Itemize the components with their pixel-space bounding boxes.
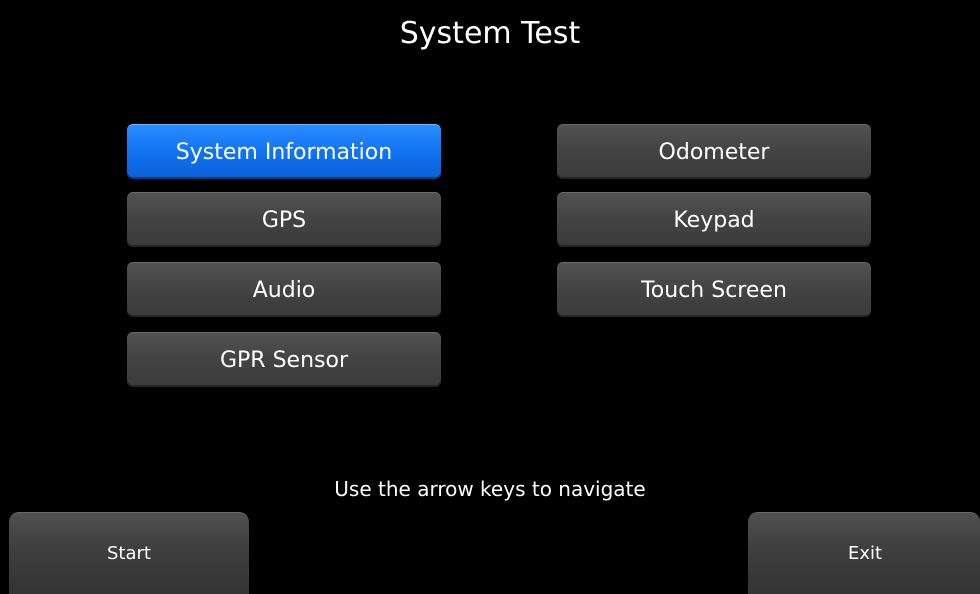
touch-screen-label: Touch Screen — [641, 277, 787, 303]
gpr-sensor-button[interactable]: GPR Sensor — [127, 332, 441, 387]
odometer-label: Odometer — [658, 139, 770, 165]
exit-button[interactable]: Exit — [748, 512, 980, 594]
exit-label: Exit — [848, 543, 883, 564]
system-information-button[interactable]: System Information — [127, 124, 441, 179]
gpr-sensor-label: GPR Sensor — [219, 347, 348, 373]
page-title: System Test — [399, 16, 581, 51]
odometer-button[interactable]: Odometer — [557, 124, 871, 179]
keypad-button[interactable]: Keypad — [557, 192, 871, 247]
start-label: Start — [107, 543, 151, 564]
keypad-label: Keypad — [673, 207, 755, 233]
start-button[interactable]: Start — [9, 512, 249, 594]
audio-label: Audio — [252, 277, 316, 303]
audio-button[interactable]: Audio — [127, 262, 441, 317]
gps-button[interactable]: GPS — [127, 192, 441, 247]
gps-label: GPS — [261, 207, 307, 233]
system-information-label: System Information — [175, 139, 393, 165]
touch-screen-button[interactable]: Touch Screen — [557, 262, 871, 317]
navigation-hint: Use the arrow keys to navigate — [334, 477, 646, 501]
